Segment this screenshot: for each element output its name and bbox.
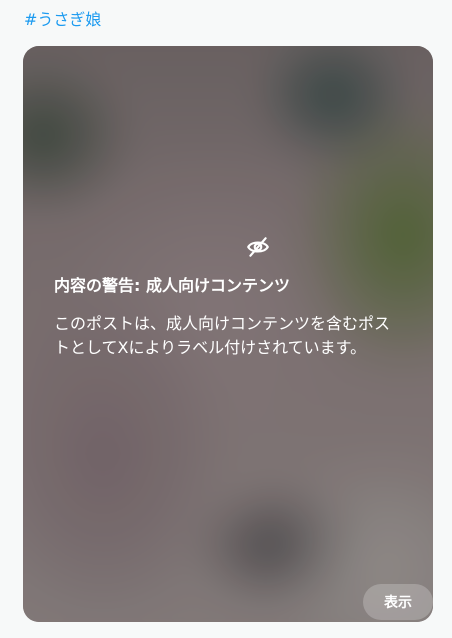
show-button[interactable]: 表示 (363, 584, 433, 620)
hashtag-link[interactable]: #うさぎ娘 (24, 8, 101, 32)
tweet-content: #うさぎ娘 内容の警告: 成人向けコンテンツ このポストは、成人向けコンテンツを… (0, 0, 452, 638)
eye-slash-icon (247, 237, 269, 257)
sensitive-media-card[interactable]: 内容の警告: 成人向けコンテンツ このポストは、成人向けコンテンツを含むポストと… (23, 46, 433, 622)
warning-description: このポストは、成人向けコンテンツを含むポストとしてXによりラベル付けされています… (54, 314, 391, 357)
warning-title: 内容の警告: 成人向けコンテンツ (54, 276, 290, 295)
